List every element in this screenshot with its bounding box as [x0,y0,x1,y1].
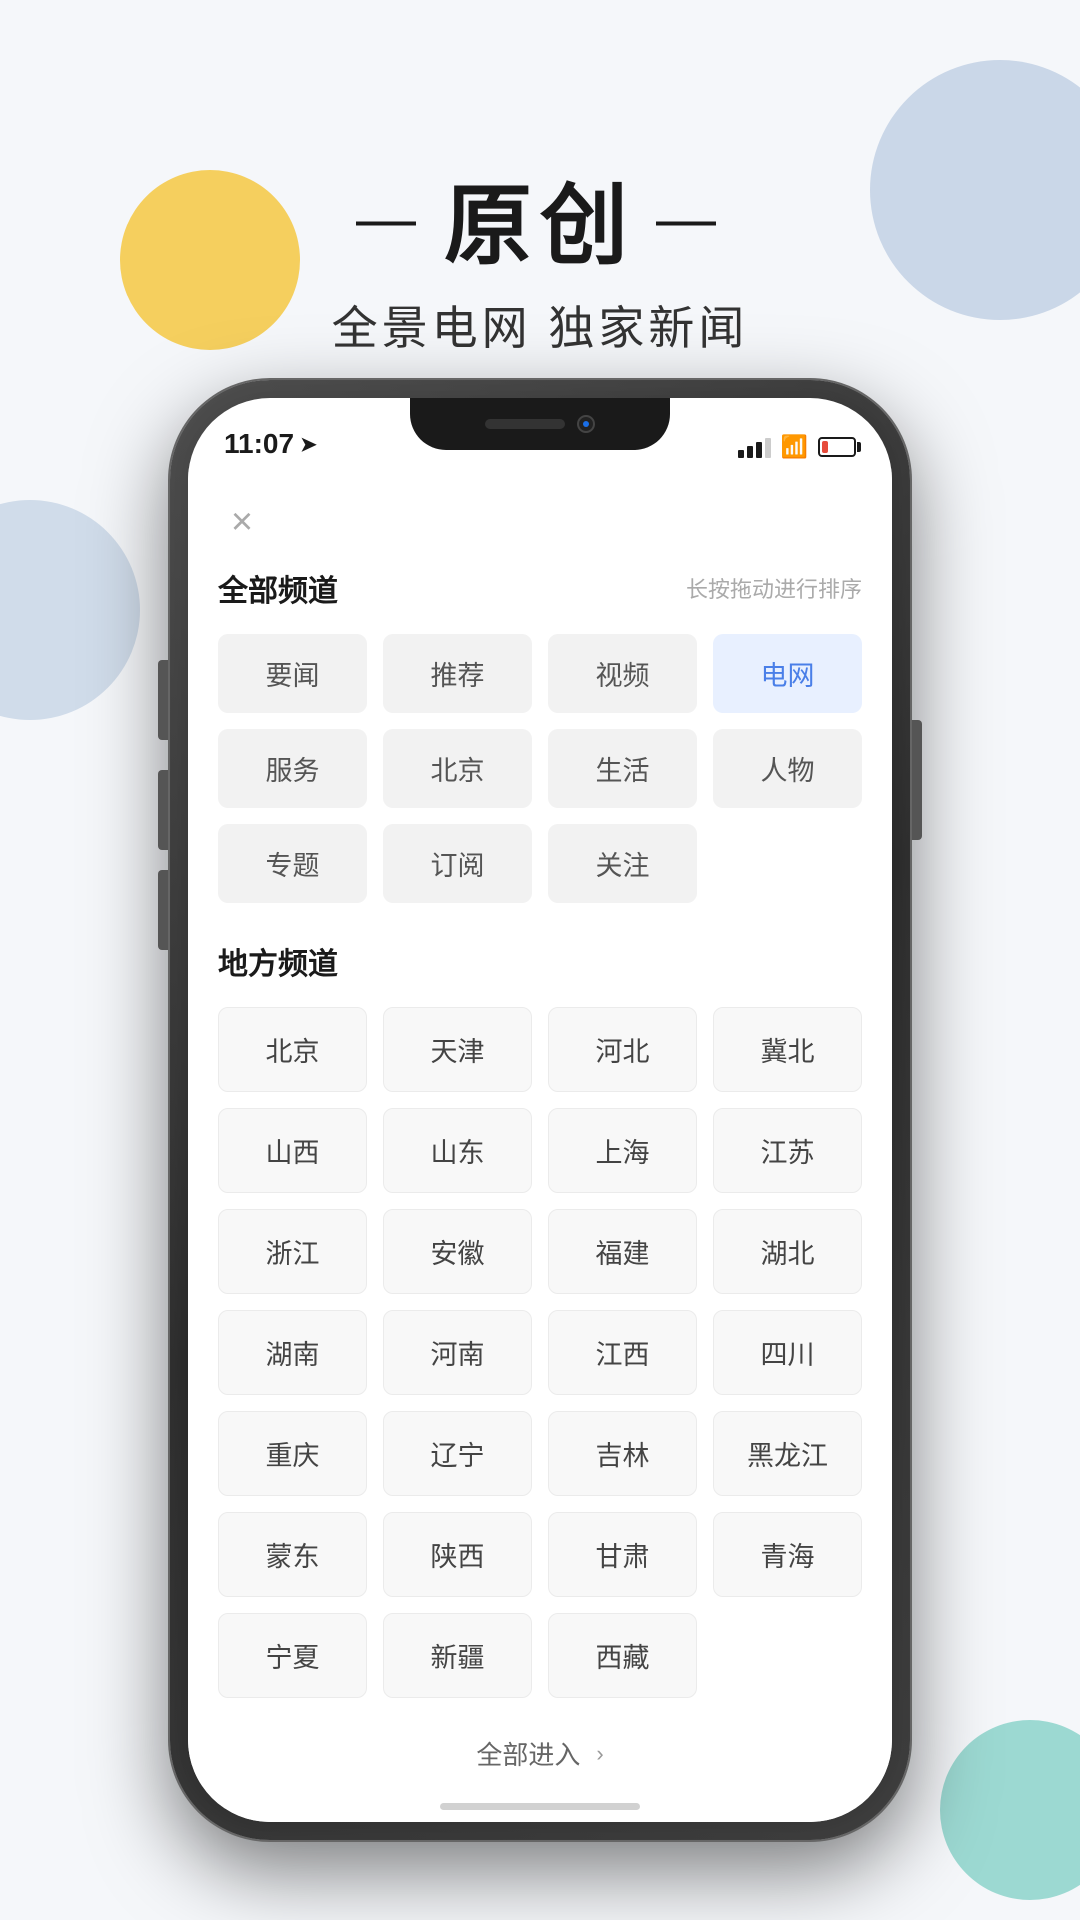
all-channels-title: 全部频道 [218,566,338,610]
title-text: 原创 [444,155,636,282]
local-jibei[interactable]: 冀北 [713,1007,862,1092]
app-content: × 全部频道 长按拖动进行排序 要闻 推荐 视频 电网 服务 北京 生活 人物 … [188,468,892,1822]
status-icons: 📶 [738,434,856,460]
more-label: 全部进入 [476,1735,580,1772]
local-heilongjiang[interactable]: 黑龙江 [713,1411,862,1496]
bottom-more-area: 全部进入 › [218,1735,862,1772]
channel-tag-shenghuo[interactable]: 生活 [548,729,697,808]
local-xizang[interactable]: 西藏 [548,1613,697,1698]
header-subtitle: 全景电网 独家新闻 [0,292,1080,358]
notch-speaker [485,419,565,429]
home-indicator [440,1803,640,1810]
local-gansu[interactable]: 甘肃 [548,1512,697,1597]
local-jiangxi[interactable]: 江西 [548,1310,697,1395]
local-shanghai[interactable]: 上海 [548,1108,697,1193]
phone-notch [410,398,670,450]
location-icon: ➤ [300,432,317,457]
local-beijing[interactable]: 北京 [218,1007,367,1092]
header-title: — 原创 — [0,155,1080,282]
channel-tag-beijing[interactable]: 北京 [383,729,532,808]
time-text: 11:07 [224,428,294,460]
channel-tag-shipin[interactable]: 视频 [548,634,697,713]
local-hebei[interactable]: 河北 [548,1007,697,1092]
phone-screen: 11:07 ➤ 📶 [188,398,892,1822]
more-arrow-icon: › [596,1741,603,1767]
close-button[interactable]: × [218,498,266,546]
all-channels-hint: 长按拖动进行排序 [686,572,862,604]
channel-tag-dianwang[interactable]: 电网 [713,634,862,713]
local-chongqing[interactable]: 重庆 [218,1411,367,1496]
channel-tag-zhuanti[interactable]: 专题 [218,824,367,903]
local-zhejiang[interactable]: 浙江 [218,1209,367,1294]
signal-bar-2 [747,446,753,458]
battery-icon [818,437,856,457]
local-jilin[interactable]: 吉林 [548,1411,697,1496]
local-liaoning[interactable]: 辽宁 [383,1411,532,1496]
notch-camera [577,415,595,433]
local-shaanxi[interactable]: 陕西 [383,1512,532,1597]
channel-tag-yaowen[interactable]: 要闻 [218,634,367,713]
signal-bar-3 [756,442,762,458]
header-section: — 原创 — 全景电网 独家新闻 [0,155,1080,358]
local-anhui[interactable]: 安徽 [383,1209,532,1294]
dash-right: — [656,184,724,253]
local-tianjin[interactable]: 天津 [383,1007,532,1092]
signal-bar-4 [765,438,771,458]
local-shandong[interactable]: 山东 [383,1108,532,1193]
channel-tag-dingyue[interactable]: 订阅 [383,824,532,903]
local-jiangsu[interactable]: 江苏 [713,1108,862,1193]
local-henan[interactable]: 河南 [383,1310,532,1395]
signal-bars [738,436,771,458]
local-ningxia[interactable]: 宁夏 [218,1613,367,1698]
wifi-icon: 📶 [781,434,808,460]
channel-tag-tuijian[interactable]: 推荐 [383,634,532,713]
channel-tag-renwu[interactable]: 人物 [713,729,862,808]
local-fujian[interactable]: 福建 [548,1209,697,1294]
local-shanxi[interactable]: 山西 [218,1108,367,1193]
local-hunan[interactable]: 湖南 [218,1310,367,1395]
all-channels-header: 全部频道 长按拖动进行排序 [218,566,862,610]
signal-bar-1 [738,450,744,458]
phone-shell: 11:07 ➤ 📶 [170,380,910,1840]
bg-circle-blue-left [0,500,140,720]
local-channels-grid: 北京 天津 河北 冀北 山西 山东 上海 江苏 浙江 安徽 福建 湖北 湖南 河… [218,1007,862,1698]
all-channels-grid: 要闻 推荐 视频 电网 服务 北京 生活 人物 专题 订阅 关注 [218,634,862,903]
battery-fill [822,441,828,453]
channel-tag-fuwu[interactable]: 服务 [218,729,367,808]
phone-device: 11:07 ➤ 📶 [170,380,910,1840]
local-qinghai[interactable]: 青海 [713,1512,862,1597]
local-xinjiang[interactable]: 新疆 [383,1613,532,1698]
local-hubei[interactable]: 湖北 [713,1209,862,1294]
local-mengdong[interactable]: 蒙东 [218,1512,367,1597]
local-sichuan[interactable]: 四川 [713,1310,862,1395]
status-time: 11:07 ➤ [224,428,317,460]
local-channels-title: 地方频道 [218,939,862,983]
close-icon: × [231,503,253,541]
bg-circle-teal [940,1720,1080,1900]
dash-left: — [356,184,424,253]
channel-tag-guanzhu[interactable]: 关注 [548,824,697,903]
